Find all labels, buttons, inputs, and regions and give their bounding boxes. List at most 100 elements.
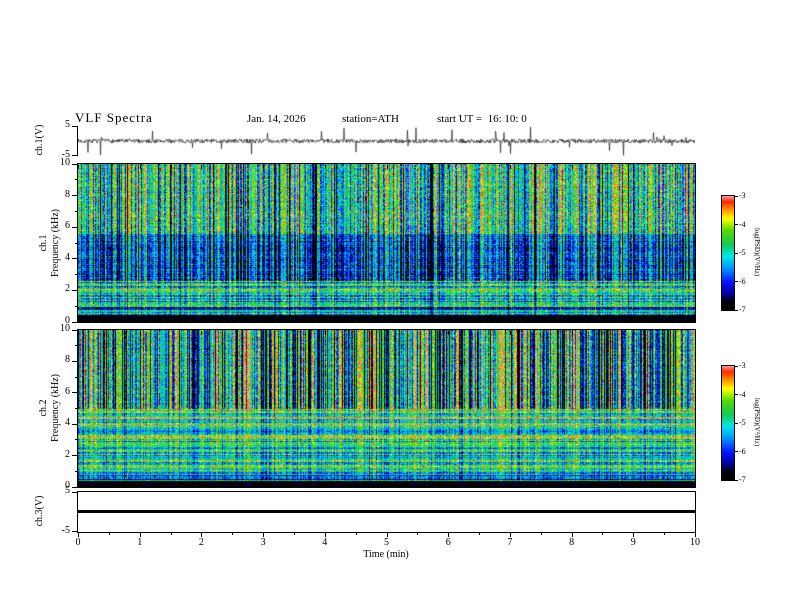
ch1-spec-time-tick-top	[201, 165, 203, 169]
ch2-spec-time-tick-top	[201, 331, 203, 335]
ch1-wave-volt-tick-label: -5	[61, 149, 70, 160]
ch2-spec-time-tick-bottom	[509, 482, 511, 486]
colorbar1-tick	[735, 309, 738, 311]
ch1-spec-time-tick-bottom	[386, 317, 388, 321]
ch1-spec-time-tick-bottom	[448, 317, 450, 321]
x-axis-minor-tick	[170, 532, 172, 535]
ch2-spec-freq-minor-tick	[75, 408, 78, 409]
ch1-spec-time-tick-bottom	[324, 317, 326, 321]
x-axis-minor-tick	[540, 532, 542, 535]
ch1-spec-freq-tick	[72, 258, 78, 260]
ch1-spec-freq-tick-label: 8	[65, 188, 70, 200]
colorbar1-tick-label: -4	[739, 219, 746, 229]
colorbar1-tick	[735, 195, 738, 197]
x-axis-tick-label: 3	[260, 537, 266, 548]
ch2-spec-time-tick-top	[386, 331, 388, 335]
ch2-spec-freq-minor-tick	[75, 439, 78, 441]
ch1-spec-time-tick-bottom	[263, 317, 265, 321]
ch2-spec-freq-tick-label: 6	[65, 385, 70, 397]
ch1-spectrogram-plot	[78, 164, 695, 322]
ch1-spec-time-tick-top	[448, 165, 450, 169]
ch1-spec-time-tick-bottom	[139, 317, 141, 321]
ch2-spec-freq-tick-label: 10	[60, 323, 70, 334]
ch2-spec-time-tick-top	[263, 331, 265, 335]
colorbar1-tick	[735, 252, 738, 254]
ch2-spec-time-tick-bottom	[448, 482, 450, 486]
colorbar2-tick	[735, 479, 738, 481]
ch2-spec-time-tick-top	[633, 331, 635, 335]
ch3-wave-volt-tick-label: -5	[61, 525, 70, 536]
ch1-spec-freq-tick	[72, 226, 78, 228]
ch2-spec-freq-minor-tick	[75, 345, 78, 347]
ch2-spec-time-tick-bottom	[139, 482, 141, 486]
x-axis-minor-tick	[664, 532, 666, 535]
ch2-spec-freq-tick	[72, 392, 78, 394]
ch2-spec-time-tick-bottom	[324, 482, 326, 486]
ch1-spec-time-tick-top	[139, 165, 141, 169]
ch1-spec-time-tick-bottom	[509, 317, 511, 321]
ch2-spec-time-tick-top	[571, 331, 573, 335]
ch1-spec-freq-tick	[72, 195, 78, 197]
ch1-spec-time-tick-bottom	[201, 317, 203, 321]
ch1-spec-time-tick-top	[509, 165, 511, 169]
colorbar1-tick-label: -6	[739, 276, 746, 286]
colorbar1-tick	[735, 281, 738, 282]
x-axis-minor-tick	[479, 532, 481, 535]
ch1-spec-time-tick-bottom	[633, 317, 635, 321]
ch1-spec-freq-minor-tick	[75, 210, 78, 212]
ch1-spec-time-tick-top	[386, 165, 388, 169]
colorbar2-tick-label: -5	[739, 418, 746, 427]
ch1-waveform-plot	[78, 126, 695, 156]
ch1-spec-freq-minor-tick	[75, 179, 78, 181]
x-axis-minor-tick	[108, 532, 110, 535]
x-axis-tick-label: 2	[198, 537, 204, 548]
ch2-spec-freq-tick	[72, 423, 78, 425]
ch2-spec-freq-tick-label: 8	[65, 354, 70, 366]
ch1-wave-volt-tick-label: 5	[65, 119, 70, 130]
ch1-spec-time-tick-top	[695, 165, 696, 169]
colorbar2-tick	[735, 365, 738, 367]
ch3-signal-line	[78, 510, 695, 513]
x-axis-tick-label: 4	[322, 537, 328, 548]
ch2-spec-time-tick-top	[509, 331, 511, 335]
ch2-spec-time-tick-bottom	[201, 482, 203, 486]
figure-start-time: start UT = 16: 10: 0	[437, 113, 527, 125]
ch2-spec-time-tick-bottom	[571, 482, 573, 486]
ch1-spec-time-tick-bottom	[571, 317, 573, 321]
ch3-wave-volt-tick	[72, 492, 78, 493]
ch1-voltage-axis-label: ch.1(V)	[34, 124, 45, 156]
ch1-spec-freq-minor-tick	[75, 305, 78, 307]
ch1-spec-freq-minor-tick	[75, 242, 78, 244]
ch2-spec-time-tick-bottom	[263, 482, 265, 486]
x-axis-tick-label: 9	[630, 537, 636, 548]
colorbar-ch1	[721, 195, 735, 311]
ch2-spec-time-tick-bottom	[386, 482, 388, 486]
ch2-spec-time-tick-top	[324, 331, 326, 335]
ch1-spec-time-tick-top	[633, 165, 635, 169]
ch2-spectrogram-plot	[78, 330, 695, 487]
ch2-spec-freq-tick	[72, 360, 78, 362]
ch2-spec-time-tick-bottom	[78, 482, 79, 486]
colorbar2-tick-label: -7	[739, 475, 746, 484]
x-axis-tick-label: 10	[690, 537, 700, 548]
x-axis-tick-label: 8	[569, 537, 575, 548]
colorbar1-tick-label: -5	[739, 248, 746, 257]
figure-station: station=ATH	[342, 113, 399, 125]
colorbar1-tick-label: -3	[739, 191, 746, 200]
x-axis-minor-tick	[293, 532, 295, 535]
time-axis-label: Time (min)	[363, 549, 409, 560]
ch2-spec-time-tick-bottom	[633, 482, 635, 486]
colorbar2-tick	[735, 422, 738, 424]
ch2-spec-freq-tick-label: 2	[65, 448, 70, 460]
colorbar2-tick	[735, 451, 738, 452]
ch1-wave-axis-line	[77, 126, 78, 156]
colorbar2-tick-label: -4	[739, 389, 746, 399]
ch3-voltage-axis-label: ch.3(V)	[34, 495, 45, 527]
ch1-spec-time-tick-bottom	[78, 317, 79, 321]
colorbar1-tick-label: -7	[739, 305, 746, 314]
colorbar2-tick-label: -6	[739, 446, 746, 456]
ch1-spec-freq-tick-label: 2	[65, 283, 70, 295]
colorbar-ch2-bar	[721, 365, 735, 481]
ch1-spec-freq-tick	[72, 321, 78, 323]
x-axis-minor-tick	[232, 532, 234, 535]
